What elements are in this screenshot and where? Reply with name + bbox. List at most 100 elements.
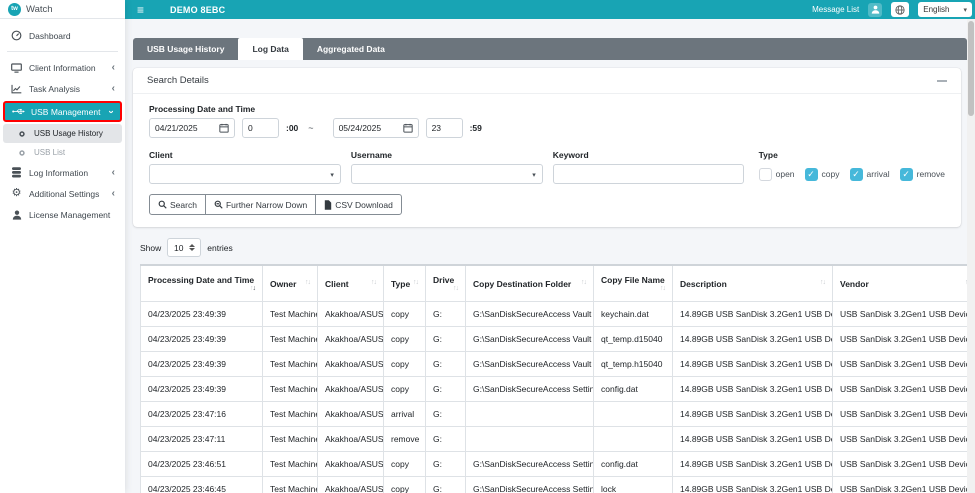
sidebar-item-usb-list[interactable]: USB List — [3, 143, 122, 162]
hour-from-input[interactable] — [242, 118, 279, 138]
client-select[interactable]: ▾ — [149, 164, 341, 184]
type-checkbox-copy[interactable]: ✓copy — [805, 168, 840, 181]
username-label: Username — [351, 150, 543, 160]
calendar-icon[interactable] — [219, 123, 229, 133]
sidebar-item-log-information[interactable]: Log Information ‹ — [3, 162, 122, 183]
dashboard-icon — [10, 30, 23, 41]
date-to-field[interactable] — [333, 118, 419, 138]
checkbox-checked-icon: ✓ — [900, 168, 913, 181]
column-label: Vendor — [840, 279, 869, 289]
sidebar-item-label: Task Analysis — [29, 84, 80, 94]
collapse-button[interactable] — [937, 80, 947, 82]
cell: 14.89GB USB SanDisk 3.2Gen1 USB Device — [673, 427, 833, 452]
checkbox-unchecked-icon — [759, 168, 772, 181]
user-icon[interactable] — [868, 3, 882, 17]
table-header-row: Processing Date and Time↑↓Owner↑↓Client↑… — [141, 265, 968, 302]
cell: G:\SanDiskSecureAccess Settings — [466, 377, 594, 402]
cell: USB SanDisk 3.2Gen1 USB Device — [833, 427, 968, 452]
cell: USB SanDisk 3.2Gen1 USB Device — [833, 402, 968, 427]
column-label: Owner — [270, 279, 296, 289]
sidebar-item-additional-settings[interactable]: ⚙Additional Settings‹ — [3, 183, 122, 204]
search-button[interactable]: Search — [149, 194, 206, 215]
tab-aggregated-data[interactable]: Aggregated Data — [303, 38, 399, 60]
cell: qt_temp.d15040 — [594, 327, 673, 352]
sidebar-item-task-analysis[interactable]: Task Analysis‹ — [3, 78, 122, 99]
scrollbar-thumb[interactable] — [968, 21, 974, 116]
cell: G:\SanDiskSecureAccess Vault — [466, 327, 594, 352]
cell: Akakhoa/ASUS — [318, 352, 384, 377]
further-narrow-down-button[interactable]: Further Narrow Down — [205, 194, 316, 215]
message-list-link[interactable]: Message List — [812, 5, 859, 14]
cell: Akakhoa/ASUS — [318, 402, 384, 427]
gear-icon: ⚙ — [10, 188, 23, 199]
cell: copy — [384, 377, 426, 402]
cell: USB SanDisk 3.2Gen1 USB Device — [833, 327, 968, 352]
tab-log-data[interactable]: Log Data — [238, 38, 302, 60]
column-header-copy-destination-folder[interactable]: Copy Destination Folder↑↓ — [466, 265, 594, 302]
cell: G:\SanDiskSecureAccess Vault — [466, 352, 594, 377]
chevron-left-icon: ‹ — [112, 63, 115, 73]
language-select[interactable]: English ▾ — [918, 2, 972, 17]
column-label: Client — [325, 279, 349, 289]
brand-logo-icon: tw — [8, 3, 21, 16]
csv-download-button[interactable]: CSV Download — [315, 194, 402, 215]
column-header-vendor[interactable]: Vendor↑↓ — [833, 265, 968, 302]
cell: 04/23/2025 23:49:39 — [141, 302, 263, 327]
cell: G:\SanDiskSecureAccess Vault — [466, 302, 594, 327]
sidebar-item-label: Dashboard — [29, 31, 71, 41]
brand[interactable]: tw Watch — [0, 0, 125, 19]
hour-to-input[interactable] — [426, 118, 463, 138]
cell: G: — [426, 427, 466, 452]
cell: 14.89GB USB SanDisk 3.2Gen1 USB Device — [673, 377, 833, 402]
type-options: open✓copy✓arrival✓remove — [759, 164, 945, 184]
column-header-description[interactable]: Description↑↓ — [673, 265, 833, 302]
type-checkbox-remove[interactable]: ✓remove — [900, 168, 945, 181]
date-to-input[interactable] — [339, 123, 397, 133]
keyword-input[interactable] — [553, 164, 744, 184]
sidebar-item-usb-management[interactable]: USB Management‹ — [3, 101, 122, 122]
column-header-owner[interactable]: Owner↑↓ — [263, 265, 318, 302]
date-range-label: Processing Date and Time — [149, 104, 945, 114]
sidebar-item-client-information[interactable]: Client Information‹ — [3, 57, 122, 78]
cell: copy — [384, 477, 426, 493]
checkbox-checked-icon: ✓ — [805, 168, 818, 181]
cell — [594, 427, 673, 452]
column-label: Type — [391, 279, 410, 289]
date-from-input[interactable] — [155, 123, 213, 133]
sidebar-item-label: USB List — [34, 148, 65, 157]
cell: G: — [426, 302, 466, 327]
show-label: Show — [140, 243, 161, 253]
column-header-drive[interactable]: Drive↑↓ — [426, 265, 466, 302]
chevron-left-icon: ‹ — [112, 168, 115, 178]
column-header-copy-file-name[interactable]: Copy File Name↑↓ — [594, 265, 673, 302]
cell: 14.89GB USB SanDisk 3.2Gen1 USB Device — [673, 477, 833, 493]
entries-label: entries — [207, 243, 233, 253]
column-header-client[interactable]: Client ↑↓ — [318, 265, 384, 302]
cell: Akakhoa/ASUS — [318, 427, 384, 452]
sidebar-item-label: Log Information — [29, 168, 88, 178]
username-select[interactable]: ▾ — [351, 164, 543, 184]
sidebar-item-usb-usage-history[interactable]: USB Usage History — [3, 124, 122, 143]
scrollbar[interactable] — [967, 19, 975, 493]
column-header-type[interactable]: Type↑↓ — [384, 265, 426, 302]
sidebar-item-dashboard[interactable]: Dashboard — [3, 25, 122, 46]
cell: config.dat — [594, 377, 673, 402]
globe-icon[interactable] — [891, 2, 909, 17]
sort-icon: ↑↓ — [371, 279, 376, 286]
cell — [594, 402, 673, 427]
column-label: Processing Date and Time — [148, 275, 254, 285]
date-from-field[interactable] — [149, 118, 235, 138]
column-header-processing-date-and-time[interactable]: Processing Date and Time↑↓ — [141, 265, 263, 302]
show-entries-select[interactable]: 10 — [167, 238, 201, 257]
calendar-icon[interactable] — [403, 123, 413, 133]
tab-usb-usage-history[interactable]: USB Usage History — [133, 38, 238, 60]
hamburger-menu-icon[interactable]: ≡ — [137, 4, 144, 16]
cell: Akakhoa/ASUS — [318, 477, 384, 493]
type-checkbox-open[interactable]: open — [759, 168, 795, 181]
sidebar-item-license-management[interactable]: License Management — [3, 204, 122, 225]
checkbox-label: open — [776, 169, 795, 179]
cell: Akakhoa/ASUS — [318, 327, 384, 352]
type-checkbox-arrival[interactable]: ✓arrival — [850, 168, 890, 181]
checkbox-label: arrival — [867, 169, 890, 179]
sort-icon: ↑↓ — [453, 285, 458, 292]
